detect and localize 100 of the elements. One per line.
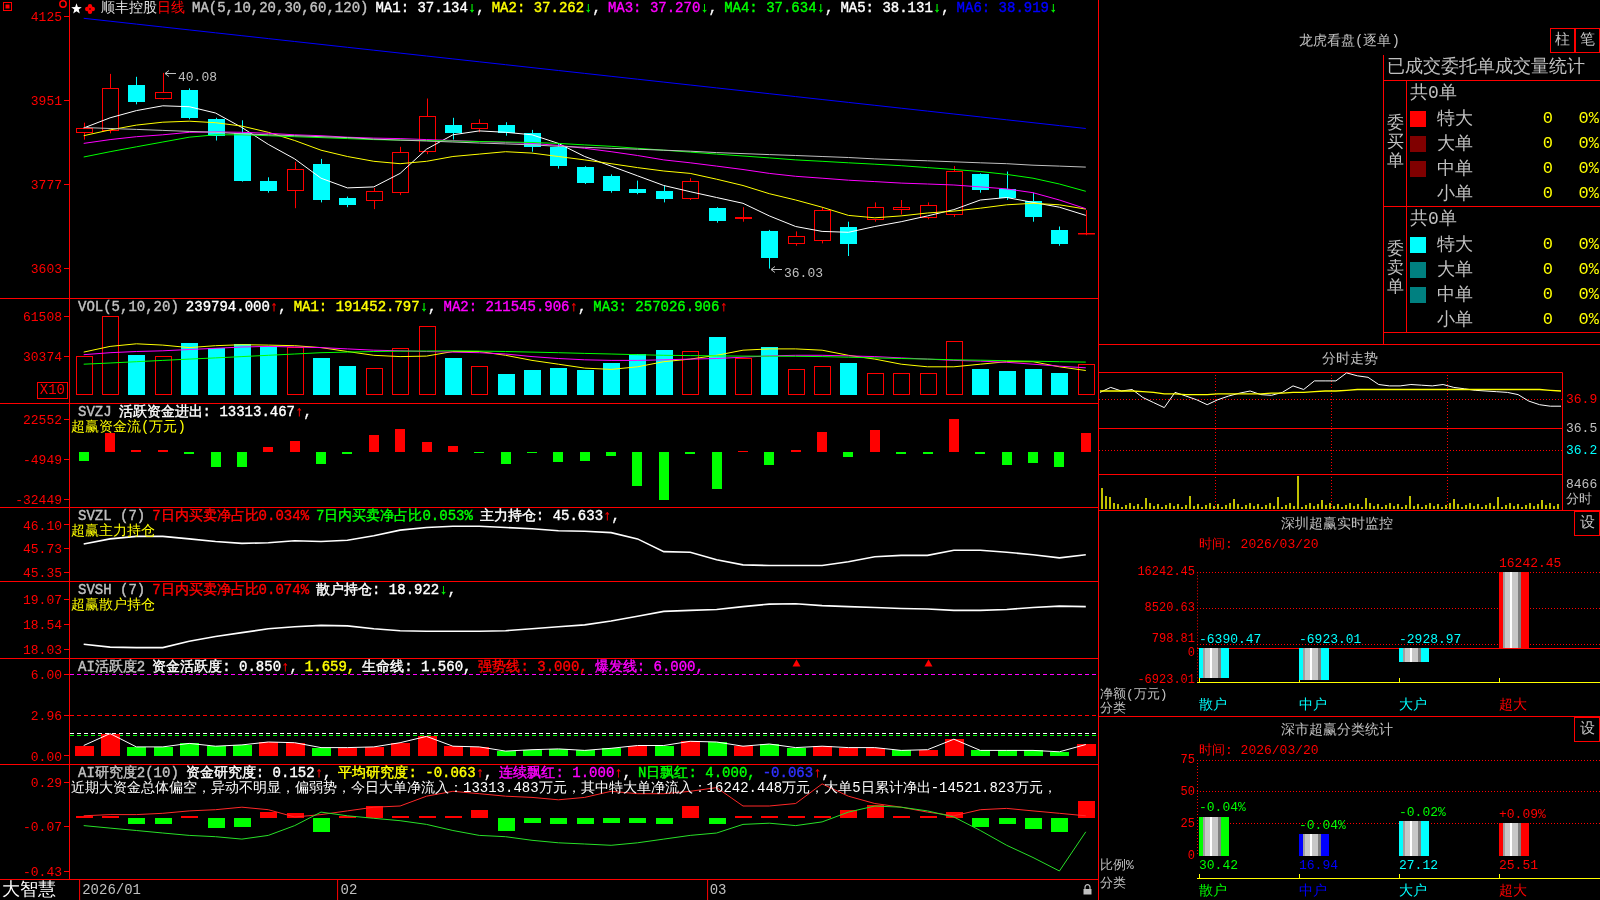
indicator-reading: MA5: 38.131 (840, 1, 933, 16)
percent-value: 0% (1577, 258, 1600, 281)
settings-button[interactable]: 设 (1574, 511, 1600, 536)
axis-label: 798.81 (1151, 632, 1195, 647)
scale-label: X10 (36, 382, 68, 399)
bar (632, 452, 642, 486)
bar (603, 818, 620, 823)
candle (814, 206, 831, 244)
candle (392, 146, 409, 196)
bar (998, 750, 1017, 756)
time-label: 时间: 2026/03/20 (1199, 536, 1319, 552)
row-label: 中单 (1437, 283, 1474, 306)
bar (395, 429, 405, 452)
indicator-reading: 1.659, (304, 660, 356, 675)
count-value: 0 (1541, 308, 1553, 331)
star-icon (71, 3, 82, 14)
indicator-reading: 爆发线: 6.000, (594, 660, 704, 675)
pane-subtitle: 超赢散户持仓 (71, 598, 155, 613)
axis-label: 75 (1180, 753, 1195, 767)
indicator-reading: AI活跃度2 (78, 660, 146, 675)
period-label: 日线 (157, 1, 185, 16)
bar (817, 432, 827, 452)
indicator-reading: MA2: 211545.906 (443, 300, 570, 315)
axis-title: 比例% (1100, 857, 1134, 873)
indicator-reading: 239794.000 (185, 300, 270, 315)
bar (338, 748, 357, 756)
bar (602, 748, 621, 756)
indicator-reading: 7日内买卖净占比0.034% (152, 509, 310, 524)
bar (550, 818, 567, 824)
bar (211, 452, 221, 467)
trend-arrow: ↑, (603, 509, 620, 524)
volume-bar (999, 371, 1016, 395)
value-label: 27.12 (1399, 857, 1438, 873)
indicator-reading: MA3: 37.270 (607, 1, 701, 16)
bar (709, 818, 726, 824)
bar (497, 751, 516, 756)
indicator-reading: SVZJ (78, 405, 112, 420)
trend-arrow: ↑, (281, 660, 298, 675)
axis-label: 6.00 (30, 669, 62, 682)
bar (1028, 452, 1038, 463)
indicator-reading: SVZL (7) (78, 509, 146, 524)
lock-icon (1083, 884, 1092, 895)
bar (971, 750, 990, 756)
value-label: 25.51 (1499, 857, 1538, 873)
candle (735, 206, 752, 223)
volume-bar (946, 341, 963, 395)
candle (1025, 192, 1042, 223)
axis-label: 45.35 (23, 567, 62, 580)
bar (919, 750, 938, 756)
toggle-button[interactable]: 笔 (1575, 28, 1600, 53)
settings-button[interactable]: 设 (1574, 717, 1600, 742)
bar (629, 818, 646, 823)
volume-bar (761, 347, 778, 395)
bar (628, 746, 647, 756)
bar (949, 419, 959, 452)
volume-bar (814, 366, 831, 395)
bar (470, 747, 489, 756)
axis-label: 50 (1180, 784, 1195, 799)
value-label: 16242.45 (1499, 555, 1562, 571)
volume-bar (155, 356, 172, 395)
candle (788, 230, 805, 247)
volume-bar (867, 373, 884, 395)
date-label: 2026/01 (79, 880, 141, 900)
bar (391, 743, 410, 756)
bar (101, 734, 120, 756)
bar (316, 452, 326, 464)
percent-value: 0% (1577, 233, 1600, 256)
volume-bar (208, 348, 225, 395)
candle (498, 121, 515, 137)
price-label: 36.03 (784, 266, 823, 281)
percent-value: 0% (1577, 182, 1600, 205)
candle (972, 172, 989, 194)
ring-icon (59, 0, 67, 8)
category-label: 超大 (1499, 697, 1527, 713)
indicator-reading: 活跃资金进出: 13313.467 (118, 405, 296, 420)
axis-label: 0.29 (30, 777, 62, 791)
candle (287, 161, 304, 209)
axis-label: 3603 (30, 263, 62, 277)
bar (312, 748, 331, 756)
table-title: 已成交委托单成交量统计 (1386, 55, 1586, 79)
bar (365, 747, 384, 756)
pointer-arrow-icon (164, 70, 177, 77)
indicator-reading: 主力持仓: 45.633 (479, 509, 604, 524)
axis-label: 25 (1180, 816, 1195, 831)
category-label: 超大 (1499, 883, 1527, 899)
candle (471, 118, 488, 133)
trend-arrow: ↓, (584, 1, 601, 16)
volume-bar (1078, 364, 1095, 395)
candle (234, 119, 251, 183)
axis-label: 18.03 (23, 644, 62, 657)
count-value: 0 (1541, 283, 1553, 306)
axis-label: 8520.63 (1144, 601, 1195, 616)
bar (1077, 744, 1096, 756)
date-label: 03 (706, 880, 727, 900)
value-label: -2928.97 (1399, 631, 1462, 647)
toggle-button[interactable]: 柱 (1550, 28, 1575, 53)
row-label: 大单 (1437, 132, 1474, 155)
axis-label: 2.96 (30, 710, 62, 724)
bar (1199, 817, 1229, 856)
bar (1054, 452, 1064, 467)
